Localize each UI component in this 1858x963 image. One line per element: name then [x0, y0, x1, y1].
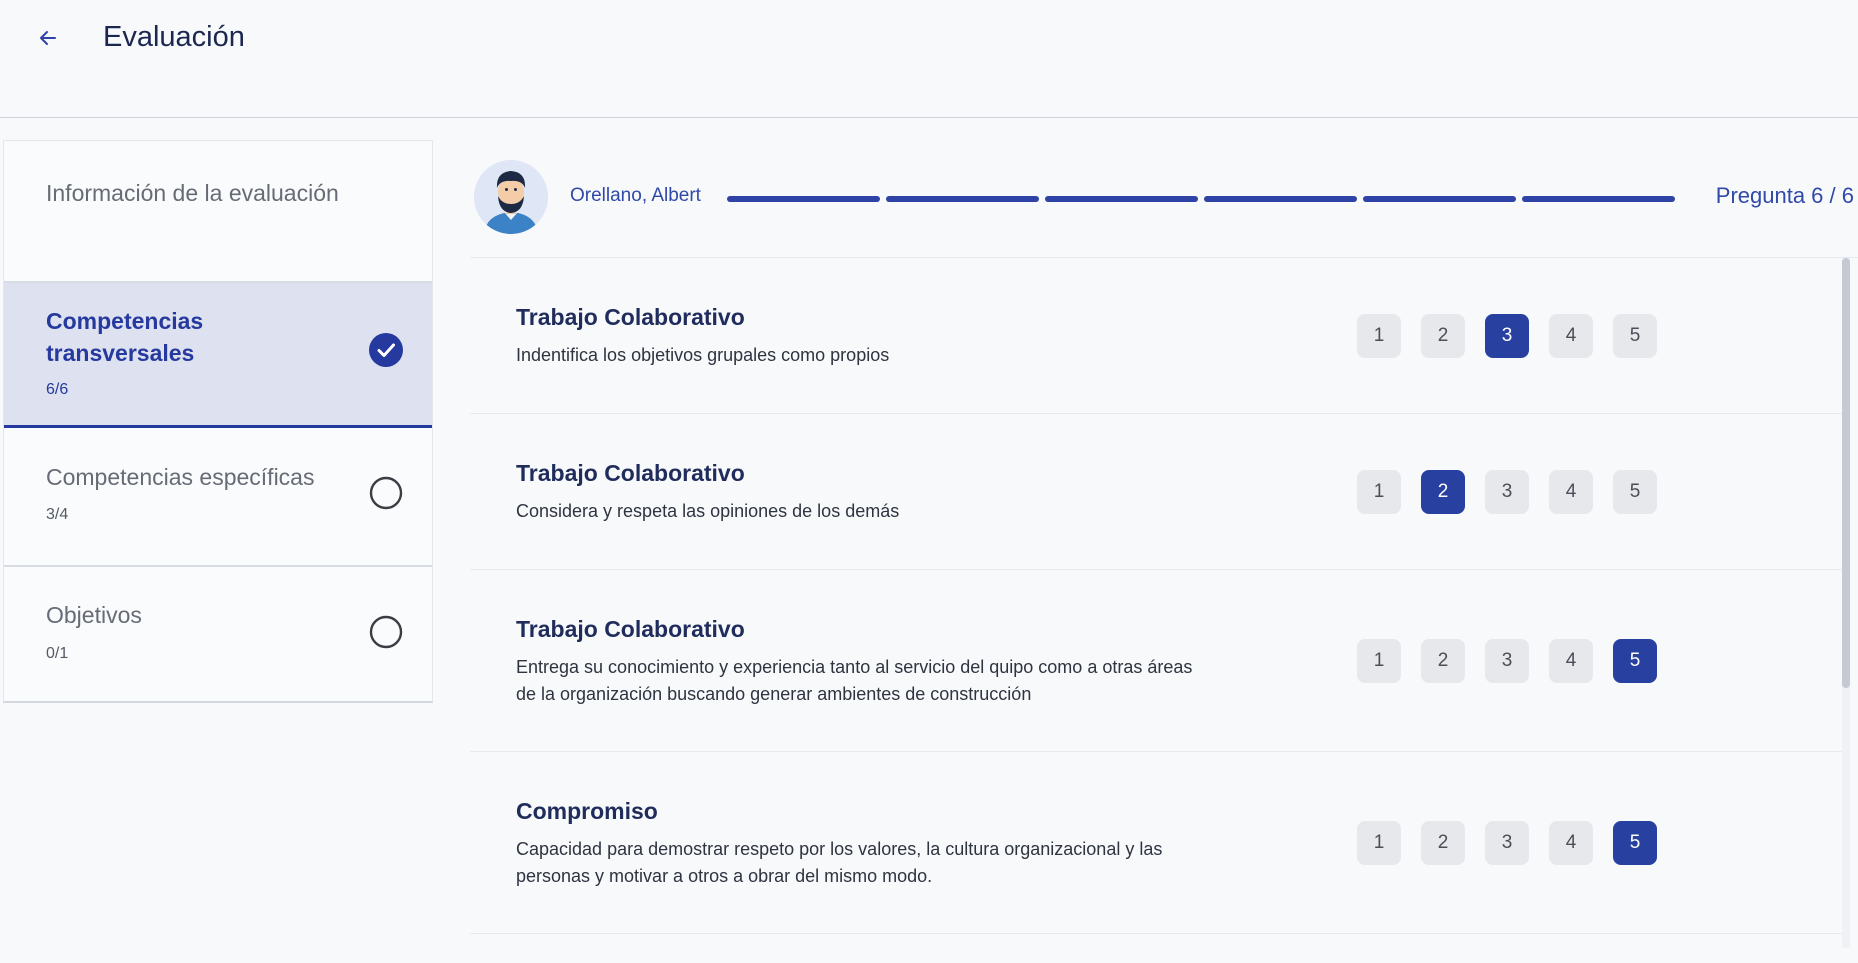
evaluation-panel: Orellano, Albert Pregunta 6 / 6 Trabajo … [470, 140, 1858, 963]
avatar-illustration [474, 160, 548, 234]
rating-option-3[interactable]: 3 [1485, 821, 1529, 865]
back-button[interactable] [32, 22, 64, 54]
sidebar-item-competencias-especificas[interactable]: Competencias específicas 3/4 [4, 428, 432, 567]
check-circle-icon [369, 333, 403, 367]
rating-option-4[interactable]: 4 [1549, 470, 1593, 514]
rating-option-1[interactable]: 1 [1357, 470, 1401, 514]
question-description: Considera y respeta las opiniones de los… [516, 501, 900, 521]
progress-segment [1363, 196, 1516, 202]
sidebar-item-competencias-transversales[interactable]: Competencias transversales 6/6 [4, 283, 432, 428]
rating-option-5[interactable]: 5 [1613, 639, 1657, 683]
question-row: Trabajo Colaborativo Indentifica los obj… [470, 258, 1848, 414]
rating-option-1[interactable]: 1 [1357, 314, 1401, 358]
rating-option-5[interactable]: 5 [1613, 470, 1657, 514]
question-row: Trabajo Colaborativo Considera y respeta… [470, 414, 1848, 570]
page-title: Evaluación [103, 21, 245, 53]
rating-scale: 12345 [1357, 639, 1657, 683]
rating-option-3[interactable]: 3 [1485, 314, 1529, 358]
rating-option-4[interactable]: 4 [1549, 314, 1593, 358]
rating-option-2[interactable]: 2 [1421, 821, 1465, 865]
rating-option-1[interactable]: 1 [1357, 639, 1401, 683]
empty-circle-icon [369, 476, 403, 510]
question-description: Indentifica los objetivos grupales como … [516, 345, 890, 365]
rating-option-1[interactable]: 1 [1357, 821, 1401, 865]
rating-option-3[interactable]: 3 [1485, 639, 1529, 683]
participant-header: Orellano, Albert Pregunta 6 / 6 [470, 140, 1858, 258]
rating-scale: 12345 [1357, 821, 1657, 865]
rating-option-2[interactable]: 2 [1421, 314, 1465, 358]
sidebar-item-count: 0/1 [46, 645, 69, 662]
rating-option-3[interactable]: 3 [1485, 470, 1529, 514]
progress-segment [1045, 196, 1198, 202]
sidebar-item-label: Competencias transversales [46, 308, 204, 366]
sidebar-item-label: Objetivos [46, 602, 142, 628]
sidebar-item-informacion[interactable]: Información de la evaluación [4, 141, 432, 283]
progress-segment [1204, 196, 1357, 202]
sidebar: Información de la evaluación Competencia… [3, 140, 433, 703]
rating-option-2[interactable]: 2 [1421, 470, 1465, 514]
sidebar-item-count: 6/6 [46, 381, 69, 398]
rating-scale: 12345 [1357, 314, 1657, 358]
scrollbar-thumb[interactable] [1842, 258, 1850, 688]
question-title: Trabajo Colaborativo [516, 616, 745, 642]
sidebar-item-label: Competencias específicas [46, 464, 315, 490]
questions-list: Trabajo Colaborativo Indentifica los obj… [470, 258, 1848, 958]
rating-scale: 12345 [1357, 470, 1657, 514]
sidebar-item-objetivos[interactable]: Objetivos 0/1 [4, 567, 432, 704]
question-counter: Pregunta 6 / 6 [1715, 183, 1854, 208]
rating-option-2[interactable]: 2 [1421, 639, 1465, 683]
empty-circle-icon [369, 615, 403, 649]
question-title: Trabajo Colaborativo [516, 460, 745, 486]
rating-option-5[interactable]: 5 [1613, 821, 1657, 865]
participant-name: Orellano, Albert [570, 185, 701, 206]
rating-option-5[interactable]: 5 [1613, 314, 1657, 358]
question-row: Compromiso Capacidad para demostrar resp… [470, 752, 1848, 934]
scrollbar[interactable] [1842, 258, 1850, 948]
progress-segment [727, 196, 880, 202]
rating-option-4[interactable]: 4 [1549, 639, 1593, 683]
question-description: Capacidad para demostrar respeto por los… [516, 839, 1163, 886]
sidebar-item-label: Información de la evaluación [46, 180, 339, 206]
progress-segment [1522, 196, 1675, 202]
header: Evaluación [0, 0, 1858, 118]
progress-segment [886, 196, 1039, 202]
question-title: Compromiso [516, 798, 658, 824]
rating-option-4[interactable]: 4 [1549, 821, 1593, 865]
avatar [474, 160, 548, 234]
question-description: Entrega su conocimiento y experiencia ta… [516, 657, 1193, 704]
arrow-left-icon [40, 31, 56, 45]
sidebar-item-count: 3/4 [46, 506, 69, 523]
question-progress-bar [727, 196, 1675, 202]
question-row: Trabajo Colaborativo Entrega su conocimi… [470, 570, 1848, 752]
question-title: Trabajo Colaborativo [516, 304, 745, 330]
